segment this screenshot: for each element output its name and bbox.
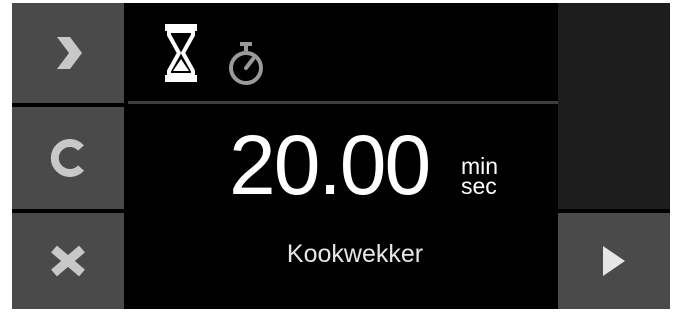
start-button[interactable] [558,213,670,309]
right-panel-empty [558,3,670,209]
timer-display[interactable]: 20.00 min sec [124,115,558,215]
stopwatch-icon[interactable] [226,41,266,87]
x-icon [51,245,85,277]
divider [128,101,558,104]
next-button[interactable] [12,3,124,103]
hourglass-icon[interactable] [164,23,198,83]
cancel-button[interactable] [12,213,124,309]
mode-selector [124,3,558,99]
clear-button[interactable] [12,107,124,209]
unit-seconds: sec [461,173,497,199]
letter-c-icon [50,139,84,177]
function-label: Kookwekker [286,240,424,268]
oven-display-panel: 20.00 min sec Kookwekker [12,3,670,309]
timer-value: 20.00 [229,118,431,212]
chevron-right-icon [57,37,82,69]
play-icon [603,246,625,276]
